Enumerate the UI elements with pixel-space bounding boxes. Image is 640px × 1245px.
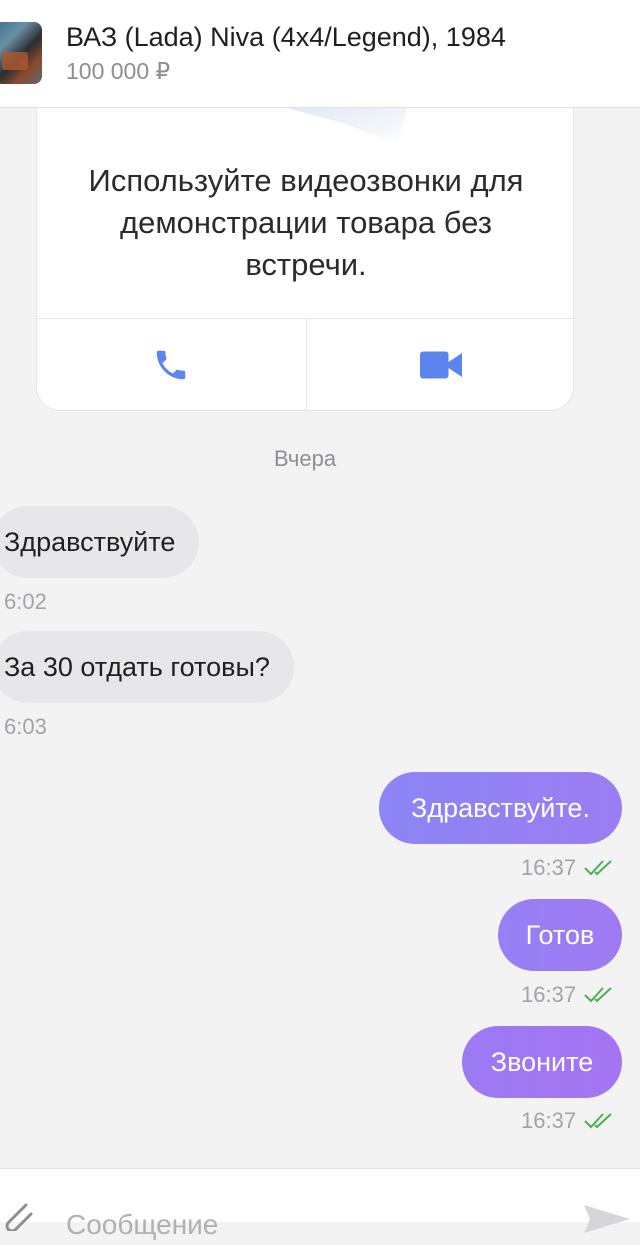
message-meta: 16:37 [521, 1108, 614, 1134]
message-composer [0, 1168, 640, 1245]
message-text: Здравствуйте. [411, 792, 590, 823]
message-time: 6:03 [4, 714, 47, 739]
read-checkmarks-icon [584, 987, 612, 1003]
listing-title[interactable]: ВАЗ (Lada) Niva (4x4/Legend), 1984 [66, 22, 506, 53]
read-checkmarks-icon [584, 860, 612, 876]
video-call-button[interactable] [305, 319, 574, 410]
outgoing-message[interactable]: Звоните [462, 1026, 622, 1098]
outgoing-message[interactable]: Здравствуйте. [379, 772, 622, 844]
promo-actions [37, 318, 574, 410]
message-input[interactable] [66, 1205, 546, 1245]
message-time: 16:37 [521, 982, 577, 1007]
message-text: За 30 отдать готовы? [4, 651, 270, 682]
incoming-message[interactable]: За 30 отдать готовы? [0, 631, 294, 703]
message-time: 6:02 [4, 589, 47, 614]
listing-price: 100 000 ₽ [66, 58, 171, 84]
message-time: 16:37 [521, 1108, 577, 1133]
message-text: Звоните [490, 1046, 594, 1077]
read-checkmarks-icon [584, 1113, 612, 1129]
outgoing-message[interactable]: Готов [498, 899, 622, 971]
listing-thumbnail[interactable] [0, 22, 42, 84]
chat-header: ВАЗ (Lada) Niva (4x4/Legend), 1984 100 0… [0, 0, 640, 108]
voice-call-button[interactable] [37, 319, 306, 410]
message-meta: 16:37 [521, 982, 614, 1008]
paperclip-icon[interactable] [0, 1201, 34, 1231]
message-meta: 16:37 [521, 855, 614, 881]
send-icon[interactable] [582, 1203, 632, 1233]
video-camera-icon [419, 351, 462, 379]
phone-icon [157, 350, 186, 380]
promo-illustration [287, 108, 407, 144]
promo-text: Используйте видеозвонки для демонстрации… [88, 163, 524, 282]
incoming-message[interactable]: Здравствуйте [0, 506, 200, 578]
message-text: Готов [525, 919, 595, 950]
day-separator: Вчера [273, 446, 337, 471]
video-call-promo-card: Используйте видеозвонки для демонстрации… [36, 108, 574, 411]
message-text: Здравствуйте [4, 526, 176, 557]
message-time: 16:37 [521, 855, 577, 880]
